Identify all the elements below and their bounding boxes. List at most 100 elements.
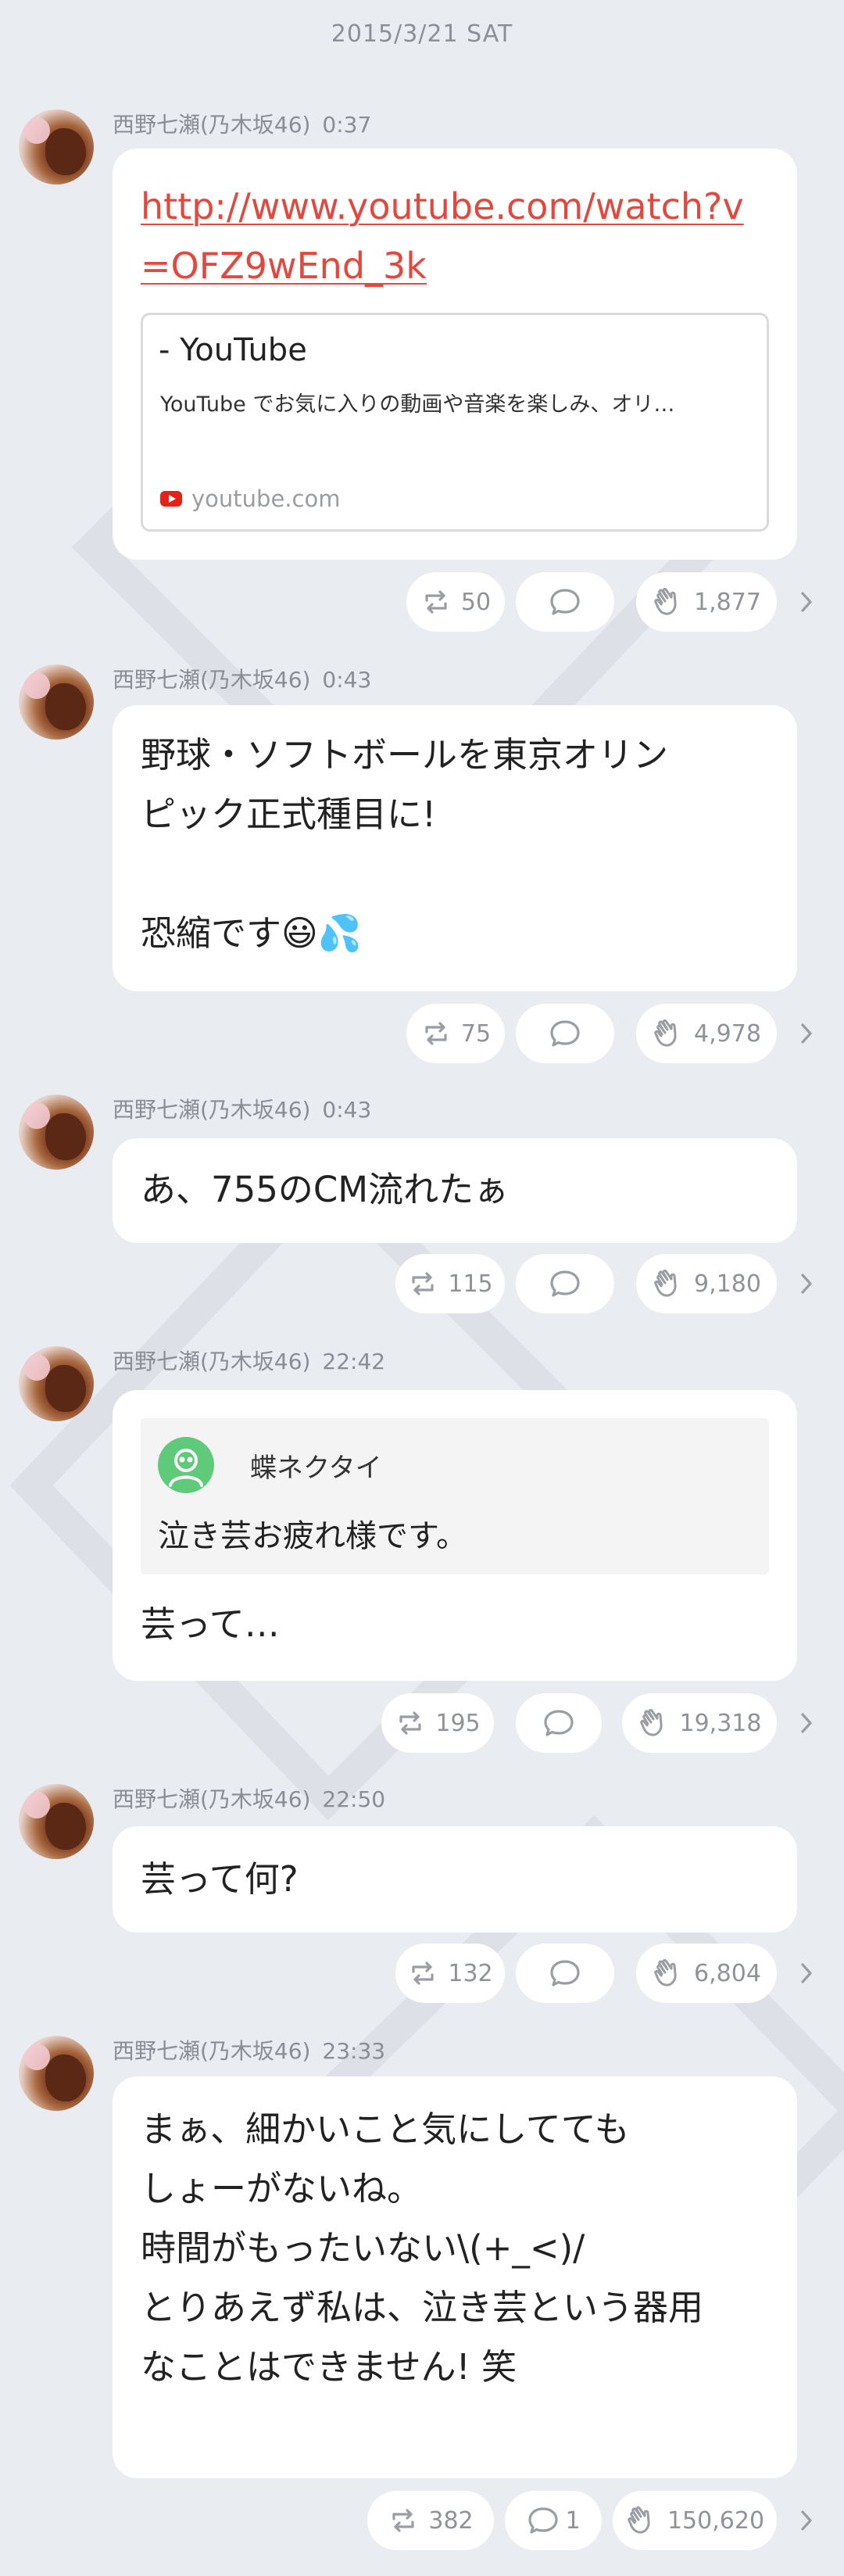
avatar[interactable] — [19, 1095, 94, 1170]
post-actions: 132 6,804 — [0, 1944, 844, 2003]
avatar[interactable] — [19, 2036, 94, 2111]
comment-button[interactable] — [516, 1254, 614, 1313]
post-time: 22:50 — [322, 1786, 386, 1812]
repost-icon — [425, 590, 447, 614]
more-button[interactable] — [791, 1693, 822, 1753]
comment-button[interactable] — [516, 1004, 614, 1063]
repost-icon — [425, 1022, 447, 1045]
message-text: あ、755のCM流れたぁ — [141, 1169, 510, 1210]
comment-icon — [550, 589, 580, 615]
repost-button[interactable]: 115 — [395, 1254, 505, 1313]
post-actions: 50 1,877 — [0, 572, 844, 632]
repost-button[interactable]: 195 — [381, 1693, 494, 1753]
clap-icon — [654, 1269, 677, 1297]
comment-count: 1 — [565, 2506, 581, 2535]
clap-button[interactable]: 150,620 — [613, 2491, 777, 2550]
message-text: まぁ、細かいこと気にしてても しょーがないね。 時間がもったいない\(+_<)/… — [141, 2108, 704, 2388]
comment-icon — [550, 1020, 580, 1047]
clap-count: 6,804 — [694, 1959, 761, 1987]
message-bubble: http://www.youtube.com/watch?v=OFZ9wEnd_… — [113, 149, 797, 560]
post-time: 22:42 — [322, 1349, 386, 1374]
youtube-link[interactable]: http://www.youtube.com/watch?v=OFZ9wEnd_… — [141, 177, 766, 296]
post-meta: 西野七瀬(乃木坂46) 22:42 — [113, 1345, 385, 1376]
repost-button[interactable]: 75 — [406, 1004, 505, 1063]
message-text: 野球・ソフトボールを東京オリン ピック正式種目に! 恐縮です😃💦 — [141, 734, 669, 954]
link-domain: youtube.com — [191, 485, 341, 512]
author-name: 西野七瀬(乃木坂46) — [113, 1097, 311, 1123]
link-preview-card[interactable]: - YouTube YouTube でお気に入りの動画や音楽を楽しみ、オリ… y… — [141, 313, 769, 532]
commenter-name: 蝶ネクタイ — [250, 1453, 382, 1484]
comment-button[interactable] — [516, 1944, 614, 2003]
quoted-text: 泣き芸お疲れ様です。 — [158, 1518, 467, 1554]
repost-icon — [412, 1962, 434, 1985]
commenter-avatar — [158, 1437, 214, 1493]
comment-button[interactable] — [516, 572, 614, 632]
clap-icon — [639, 1708, 663, 1736]
post-meta: 西野七瀬(乃木坂46) 0:43 — [113, 1093, 371, 1124]
repost-button[interactable]: 382 — [367, 2491, 494, 2550]
message-text: 芸って何? — [141, 1858, 299, 1900]
post-actions: 75 4,978 — [0, 1004, 844, 1063]
clap-button[interactable]: 4,978 — [636, 1004, 777, 1063]
clap-icon — [628, 2506, 650, 2534]
avatar[interactable] — [19, 1784, 94, 1859]
comment-icon — [550, 1960, 580, 1987]
clap-count: 4,978 — [694, 1019, 761, 1048]
youtube-icon — [160, 491, 182, 507]
avatar[interactable] — [19, 1346, 94, 1421]
repost-button[interactable]: 132 — [395, 1944, 505, 2003]
author-name: 西野七瀬(乃木坂46) — [113, 1349, 311, 1374]
quoted-comment[interactable]: 蝶ネクタイ 泣き芸お疲れ様です。 — [141, 1418, 769, 1575]
chevron-right-icon — [801, 1023, 812, 1044]
chevron-right-icon — [801, 1963, 812, 1983]
repost-count: 132 — [448, 1959, 493, 1987]
avatar[interactable] — [19, 665, 94, 740]
post-actions: 382 1 150,620 — [0, 2491, 844, 2550]
author-name: 西野七瀬(乃木坂46) — [113, 2038, 311, 2064]
clap-button[interactable]: 6,804 — [636, 1944, 777, 2003]
more-button[interactable] — [791, 1944, 822, 2003]
avatar[interactable] — [19, 109, 94, 185]
clap-button[interactable]: 9,180 — [636, 1254, 777, 1313]
repost-count: 195 — [435, 1709, 481, 1737]
author-name: 西野七瀬(乃木坂46) — [113, 112, 311, 138]
chevron-right-icon — [801, 592, 812, 612]
link-card-title: - YouTube — [159, 332, 307, 368]
comment-icon — [550, 1270, 580, 1297]
repost-count: 382 — [428, 2506, 474, 2535]
message-bubble: 芸って何? — [113, 1826, 797, 1933]
post-meta: 西野七瀬(乃木坂46) 22:50 — [113, 1782, 385, 1814]
comment-icon — [528, 2507, 559, 2534]
comment-icon — [544, 1710, 574, 1736]
repost-icon — [392, 2509, 414, 2532]
repost-count: 75 — [460, 1019, 492, 1048]
repost-icon — [399, 1711, 421, 1735]
message-text: 芸って… — [141, 1603, 280, 1645]
more-button[interactable] — [791, 2491, 822, 2550]
date-header: 2015/3/21 SAT — [331, 20, 513, 48]
repost-button[interactable]: 50 — [406, 572, 505, 632]
comment-button[interactable] — [516, 1693, 602, 1753]
chevron-right-icon — [801, 1274, 812, 1294]
message-bubble: まぁ、細かいこと気にしてても しょーがないね。 時間がもったいない\(+_<)/… — [113, 2076, 797, 2478]
repost-count: 115 — [448, 1270, 493, 1298]
clap-icon — [654, 1019, 677, 1047]
post-time: 0:43 — [322, 667, 372, 693]
chevron-right-icon — [801, 2510, 812, 2531]
clap-icon — [654, 587, 677, 615]
link-card-domain: youtube.com — [160, 485, 340, 512]
clap-count: 1,877 — [694, 588, 761, 616]
more-button[interactable] — [791, 1254, 822, 1313]
clap-button[interactable]: 1,877 — [636, 572, 777, 632]
post-meta: 西野七瀬(乃木坂46) 23:33 — [113, 2034, 385, 2065]
comment-button[interactable]: 1 — [505, 2491, 602, 2550]
more-button[interactable] — [791, 572, 822, 632]
clap-count: 150,620 — [667, 2506, 765, 2535]
message-bubble: あ、755のCM流れたぁ — [113, 1138, 797, 1243]
author-name: 西野七瀬(乃木坂46) — [113, 1786, 311, 1812]
post-time: 0:37 — [322, 112, 372, 138]
repost-count: 50 — [460, 588, 492, 616]
clap-icon — [654, 1958, 677, 1987]
more-button[interactable] — [791, 1004, 822, 1063]
clap-button[interactable]: 19,318 — [622, 1693, 777, 1753]
